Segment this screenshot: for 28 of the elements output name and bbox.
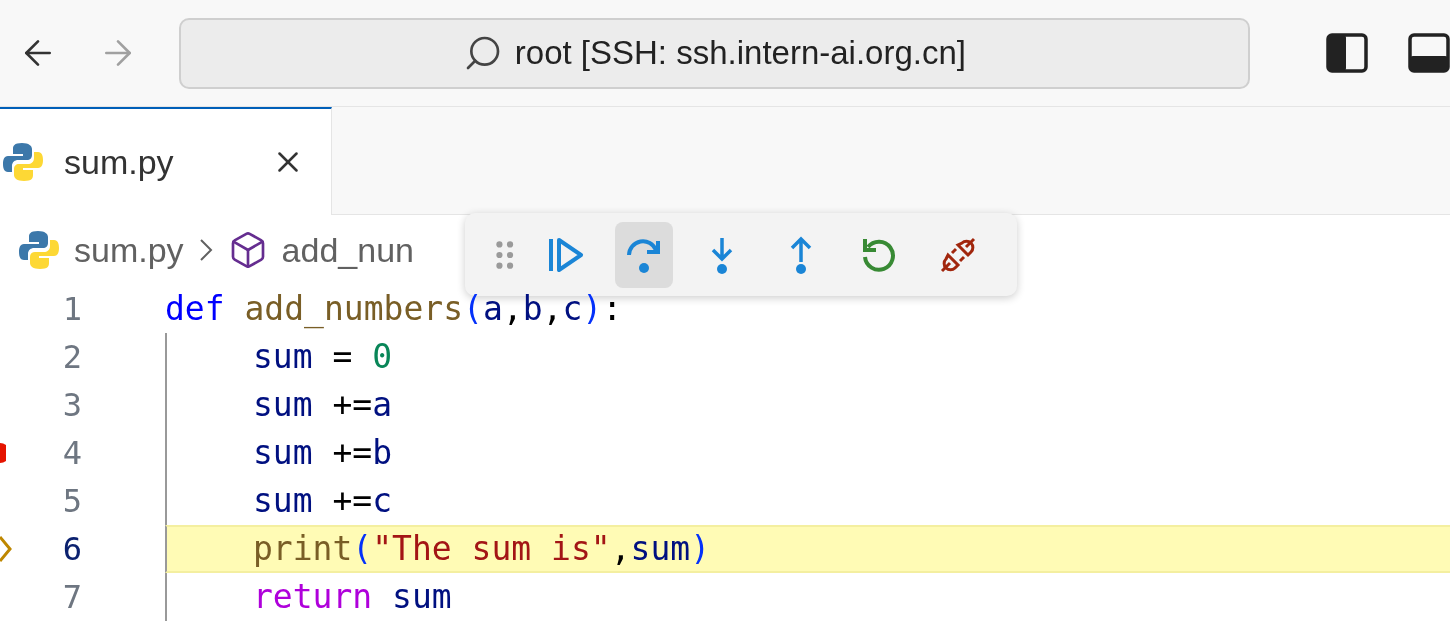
current-line-icon [0, 535, 12, 563]
code-line: def add_numbers(a,b,c): [165, 288, 623, 331]
line-number: 5 [61, 481, 82, 522]
python-icon [18, 229, 60, 271]
line-number: 3 [61, 385, 82, 426]
command-center[interactable]: root [SSH: ssh.intern-ai.org.cn] [178, 17, 1250, 89]
breakpoint-icon[interactable] [0, 443, 6, 463]
code-line: sum = 0 [253, 336, 393, 379]
python-icon [2, 141, 44, 183]
code-line: print("The sum is",sum) [253, 528, 710, 571]
command-center-text: root [SSH: ssh.intern-ai.org.cn] [514, 33, 966, 74]
chevron-icon [197, 237, 214, 263]
line-number: 2 [61, 337, 82, 378]
breadcrumb-item[interactable]: add_nun [281, 224, 414, 276]
code-line: sum +=b [253, 432, 393, 475]
line-number: 6 [61, 529, 82, 570]
tab-label: sum.py [64, 141, 174, 183]
line-number: 7 [61, 577, 82, 618]
panel-layout-icon[interactable] [1408, 32, 1450, 74]
editor-tab[interactable]: sum.py [0, 107, 332, 215]
line-number: 1 [61, 289, 82, 330]
breadcrumb-item[interactable]: sum.py [74, 224, 184, 276]
code-line: return sum [253, 576, 452, 619]
code-line: sum +=a [253, 384, 393, 427]
sidebar-layout-icon[interactable] [1326, 32, 1368, 74]
step-over-button[interactable] [614, 221, 674, 288]
line-number: 4 [61, 433, 82, 474]
code-line: sum +=c [253, 480, 393, 523]
